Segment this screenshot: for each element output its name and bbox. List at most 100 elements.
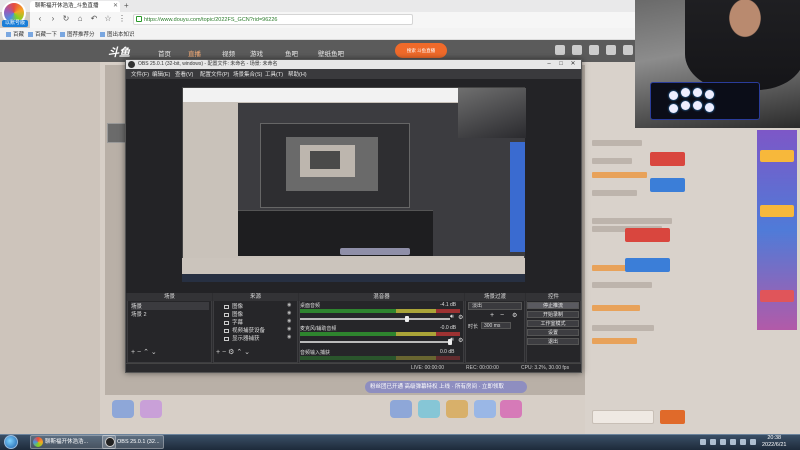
url-input[interactable]: https://www.douyu.com/topic/2022FS_GCN?r… [133, 14, 413, 25]
duration-input[interactable]: 300 ms [481, 322, 511, 329]
speaker-icon[interactable]: 🔊︎ [450, 314, 454, 321]
activity-card[interactable] [760, 290, 794, 302]
gift-icon[interactable] [140, 400, 162, 418]
bookmark-item[interactable]: 图荐推荐分 [60, 30, 95, 38]
menu-tools[interactable]: 工具(T) [265, 70, 283, 78]
menu-help[interactable]: 帮助(H) [288, 70, 307, 78]
tray-icon[interactable] [740, 439, 746, 445]
nav-item-video[interactable]: 视频 [222, 48, 235, 58]
exit-button[interactable]: 退出 [527, 338, 579, 345]
start-button[interactable] [4, 435, 18, 449]
remove-icon[interactable]: − [222, 349, 226, 356]
follow-icon[interactable] [572, 45, 582, 55]
source-item[interactable]: 显示器捕获 [224, 334, 260, 342]
message-icon[interactable] [589, 45, 599, 55]
menu-scene-collection[interactable]: 场景集合(S) [233, 70, 262, 78]
minimize-icon[interactable]: – [543, 60, 555, 69]
gear-icon[interactable]: ⚙ [458, 337, 463, 344]
volume-slider[interactable] [300, 341, 450, 343]
close-tab-icon[interactable]: ✕ [113, 2, 118, 9]
browser-tab[interactable]: 聊斯福开休浩浩_斗鱼直播 [30, 1, 120, 12]
gift-icon[interactable] [500, 400, 522, 418]
danmaku-notice[interactable]: 粉丝团已开通 高级弹幕特权 上线 · 所有房间 · 立即领取 [365, 381, 527, 393]
promo-badge[interactable] [650, 178, 685, 192]
add-icon[interactable]: + [216, 349, 220, 356]
move-down-icon[interactable]: ⌄ [151, 349, 157, 356]
gear-icon[interactable]: ⚙ [228, 349, 234, 356]
close-icon[interactable]: ✕ [567, 60, 579, 69]
undo-icon[interactable]: ↶ [88, 13, 100, 25]
gift-icon[interactable] [446, 400, 468, 418]
promo-banner[interactable] [625, 258, 670, 272]
activity-card[interactable] [760, 150, 794, 162]
bookmark-item[interactable]: 图出本知识 [100, 30, 135, 38]
forward-icon[interactable]: › [47, 13, 59, 25]
add-icon[interactable]: + [131, 349, 135, 356]
obs-title-bar[interactable]: OBS 25.0.1 (32-bit, windows) - 配置文件: 未命名… [126, 60, 581, 69]
nav-item-fishbar[interactable]: 鱼吧 [285, 48, 298, 58]
tray-icon[interactable] [750, 439, 756, 445]
gift-icon[interactable] [474, 400, 496, 418]
menu-file[interactable]: 文件(F) [131, 70, 149, 78]
activity-card[interactable] [760, 205, 794, 217]
source-item[interactable]: 图像 [224, 302, 243, 310]
move-up-icon[interactable]: ⌃ [236, 349, 242, 356]
volume-icon[interactable] [730, 439, 736, 445]
start-recording-button[interactable]: 开始录制 [527, 311, 579, 318]
gift-icon[interactable] [112, 400, 134, 418]
gift-icon[interactable] [418, 400, 440, 418]
home-icon[interactable]: ⌂ [74, 13, 86, 25]
gift-icon[interactable] [390, 400, 412, 418]
speaker-icon[interactable]: 🔊︎ [450, 337, 454, 344]
source-item[interactable]: 视频捕获设备 [224, 326, 265, 334]
nav-item-games[interactable]: 游戏 [250, 48, 263, 58]
bookmark-item[interactable]: 百藏 [6, 30, 24, 38]
nav-item-live[interactable]: 直播 [188, 48, 201, 58]
maximize-icon[interactable]: □ [555, 60, 567, 69]
avatar[interactable] [623, 45, 633, 55]
scene-item[interactable]: 场景 [131, 302, 209, 310]
scene-item[interactable]: 场景 2 [131, 310, 209, 318]
volume-slider-handle[interactable] [405, 316, 409, 322]
header-search-button[interactable]: 搜索 斗鱼直播 [395, 43, 447, 58]
visibility-icon[interactable]: ◉ [287, 302, 291, 308]
remove-icon[interactable]: − [500, 312, 504, 319]
history-icon[interactable] [555, 45, 565, 55]
favorite-icon[interactable]: ☆ [102, 13, 114, 25]
volume-slider[interactable] [300, 318, 450, 320]
site-logo[interactable]: 斗鱼 [108, 44, 130, 60]
download-icon[interactable] [606, 45, 616, 55]
add-icon[interactable]: + [490, 312, 494, 319]
visibility-icon[interactable]: ◉ [287, 318, 291, 324]
nav-item-home[interactable]: 首页 [158, 48, 171, 58]
new-tab-icon[interactable]: + [124, 1, 129, 10]
source-item[interactable]: 图像 [224, 310, 243, 318]
back-icon[interactable]: ‹ [34, 13, 46, 25]
transition-select[interactable]: 淡出 [468, 302, 522, 310]
visibility-icon[interactable]: ◉ [287, 326, 291, 332]
send-button[interactable] [660, 410, 685, 424]
visibility-icon[interactable]: ◉ [287, 334, 291, 340]
menu-edit[interactable]: 编辑(E) [152, 70, 170, 78]
promo-banner[interactable] [625, 228, 670, 242]
tray-icon[interactable] [720, 439, 726, 445]
settings-button[interactable]: 设置 [527, 329, 579, 336]
visibility-icon[interactable]: ◉ [287, 310, 291, 316]
move-down-icon[interactable]: ⌄ [244, 349, 250, 356]
network-icon[interactable] [710, 439, 716, 445]
gear-icon[interactable]: ⚙ [512, 312, 517, 319]
tray-icon[interactable] [700, 439, 706, 445]
promo-badge[interactable] [650, 152, 685, 166]
stop-streaming-button[interactable]: 停止推流 [527, 302, 579, 309]
move-up-icon[interactable]: ⌃ [143, 349, 149, 356]
menu-profile[interactable]: 配置文件(P) [200, 70, 229, 78]
source-item[interactable]: 字幕 [224, 318, 243, 326]
more-icon[interactable]: ⋮ [116, 13, 128, 25]
gear-icon[interactable]: ⚙ [458, 314, 463, 321]
clock[interactable]: 20:38 2022/6/21 [762, 435, 786, 449]
chat-input[interactable] [592, 410, 654, 424]
bookmark-item[interactable]: 百藏一下 [28, 30, 57, 38]
studio-mode-button[interactable]: 工作室模式 [527, 320, 579, 327]
refresh-icon[interactable]: ↻ [60, 13, 72, 25]
nav-item-wallpaper[interactable]: 壁纸鱼吧 [318, 48, 344, 58]
